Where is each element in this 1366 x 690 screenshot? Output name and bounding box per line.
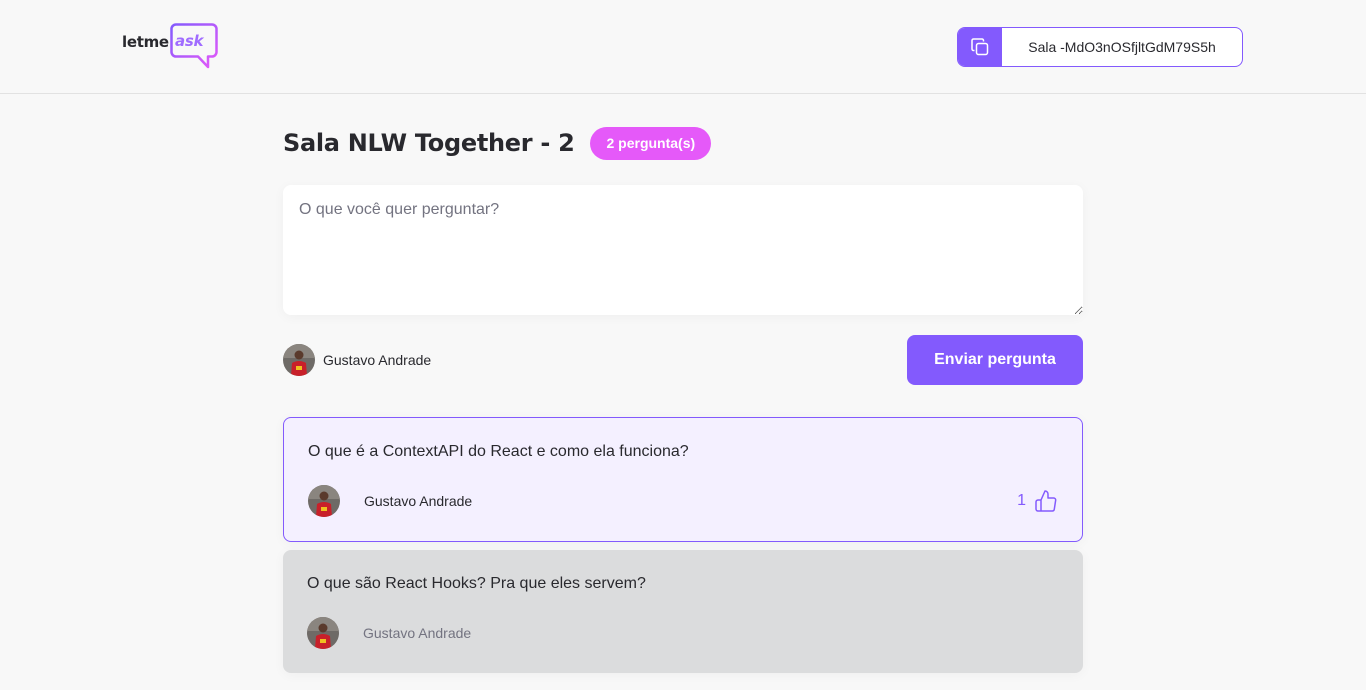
letmeask-logo[interactable]: letme ask bbox=[122, 23, 218, 69]
question-footer: Gustavo Andrade bbox=[307, 617, 1059, 649]
current-user-name: Gustavo Andrade bbox=[323, 352, 432, 368]
page-header: letme ask Sala -MdO3nOSfjltGdM79S5h bbox=[0, 0, 1366, 94]
question-footer: Gustavo Andrade 1 bbox=[308, 485, 1058, 517]
question-text: O que é a ContextAPI do React e como ela… bbox=[308, 443, 689, 460]
question-author: Gustavo Andrade bbox=[308, 485, 472, 517]
copy-icon-box[interactable] bbox=[958, 28, 1002, 66]
room-title-row: Sala NLW Together - 2 2 pergunta(s) bbox=[283, 126, 712, 160]
like-count: 1 bbox=[1017, 492, 1026, 509]
question-card: O que é a ContextAPI do React e como ela… bbox=[283, 417, 1083, 542]
question-author-name: Gustavo Andrade bbox=[363, 625, 472, 641]
form-footer: Gustavo Andrade Enviar pergunta bbox=[283, 335, 1083, 385]
question-count-badge: 2 pergunta(s) bbox=[590, 126, 712, 160]
logo-letme-text: letme bbox=[122, 33, 169, 51]
room-code-button[interactable]: Sala -MdO3nOSfjltGdM79S5h bbox=[957, 27, 1243, 67]
like-button[interactable]: 1 bbox=[1017, 489, 1058, 513]
page-title: Sala NLW Together - 2 bbox=[283, 129, 575, 157]
send-question-button[interactable]: Enviar pergunta bbox=[907, 335, 1083, 385]
question-textarea[interactable] bbox=[283, 185, 1083, 315]
question-text: O que são React Hooks? Pra que eles serv… bbox=[307, 575, 646, 592]
avatar bbox=[283, 344, 315, 376]
question-author-name: Gustavo Andrade bbox=[364, 493, 473, 509]
avatar bbox=[307, 617, 339, 649]
avatar bbox=[308, 485, 340, 517]
room-code-text: Sala -MdO3nOSfjltGdM79S5h bbox=[1028, 39, 1216, 55]
thumbs-up-icon bbox=[1035, 490, 1057, 512]
question-card: O que são React Hooks? Pra que eles serv… bbox=[283, 550, 1083, 673]
current-user-info: Gustavo Andrade bbox=[283, 344, 431, 376]
logo-ask-text: ask bbox=[175, 32, 204, 50]
question-author: Gustavo Andrade bbox=[307, 617, 471, 649]
copy-icon bbox=[971, 38, 989, 56]
